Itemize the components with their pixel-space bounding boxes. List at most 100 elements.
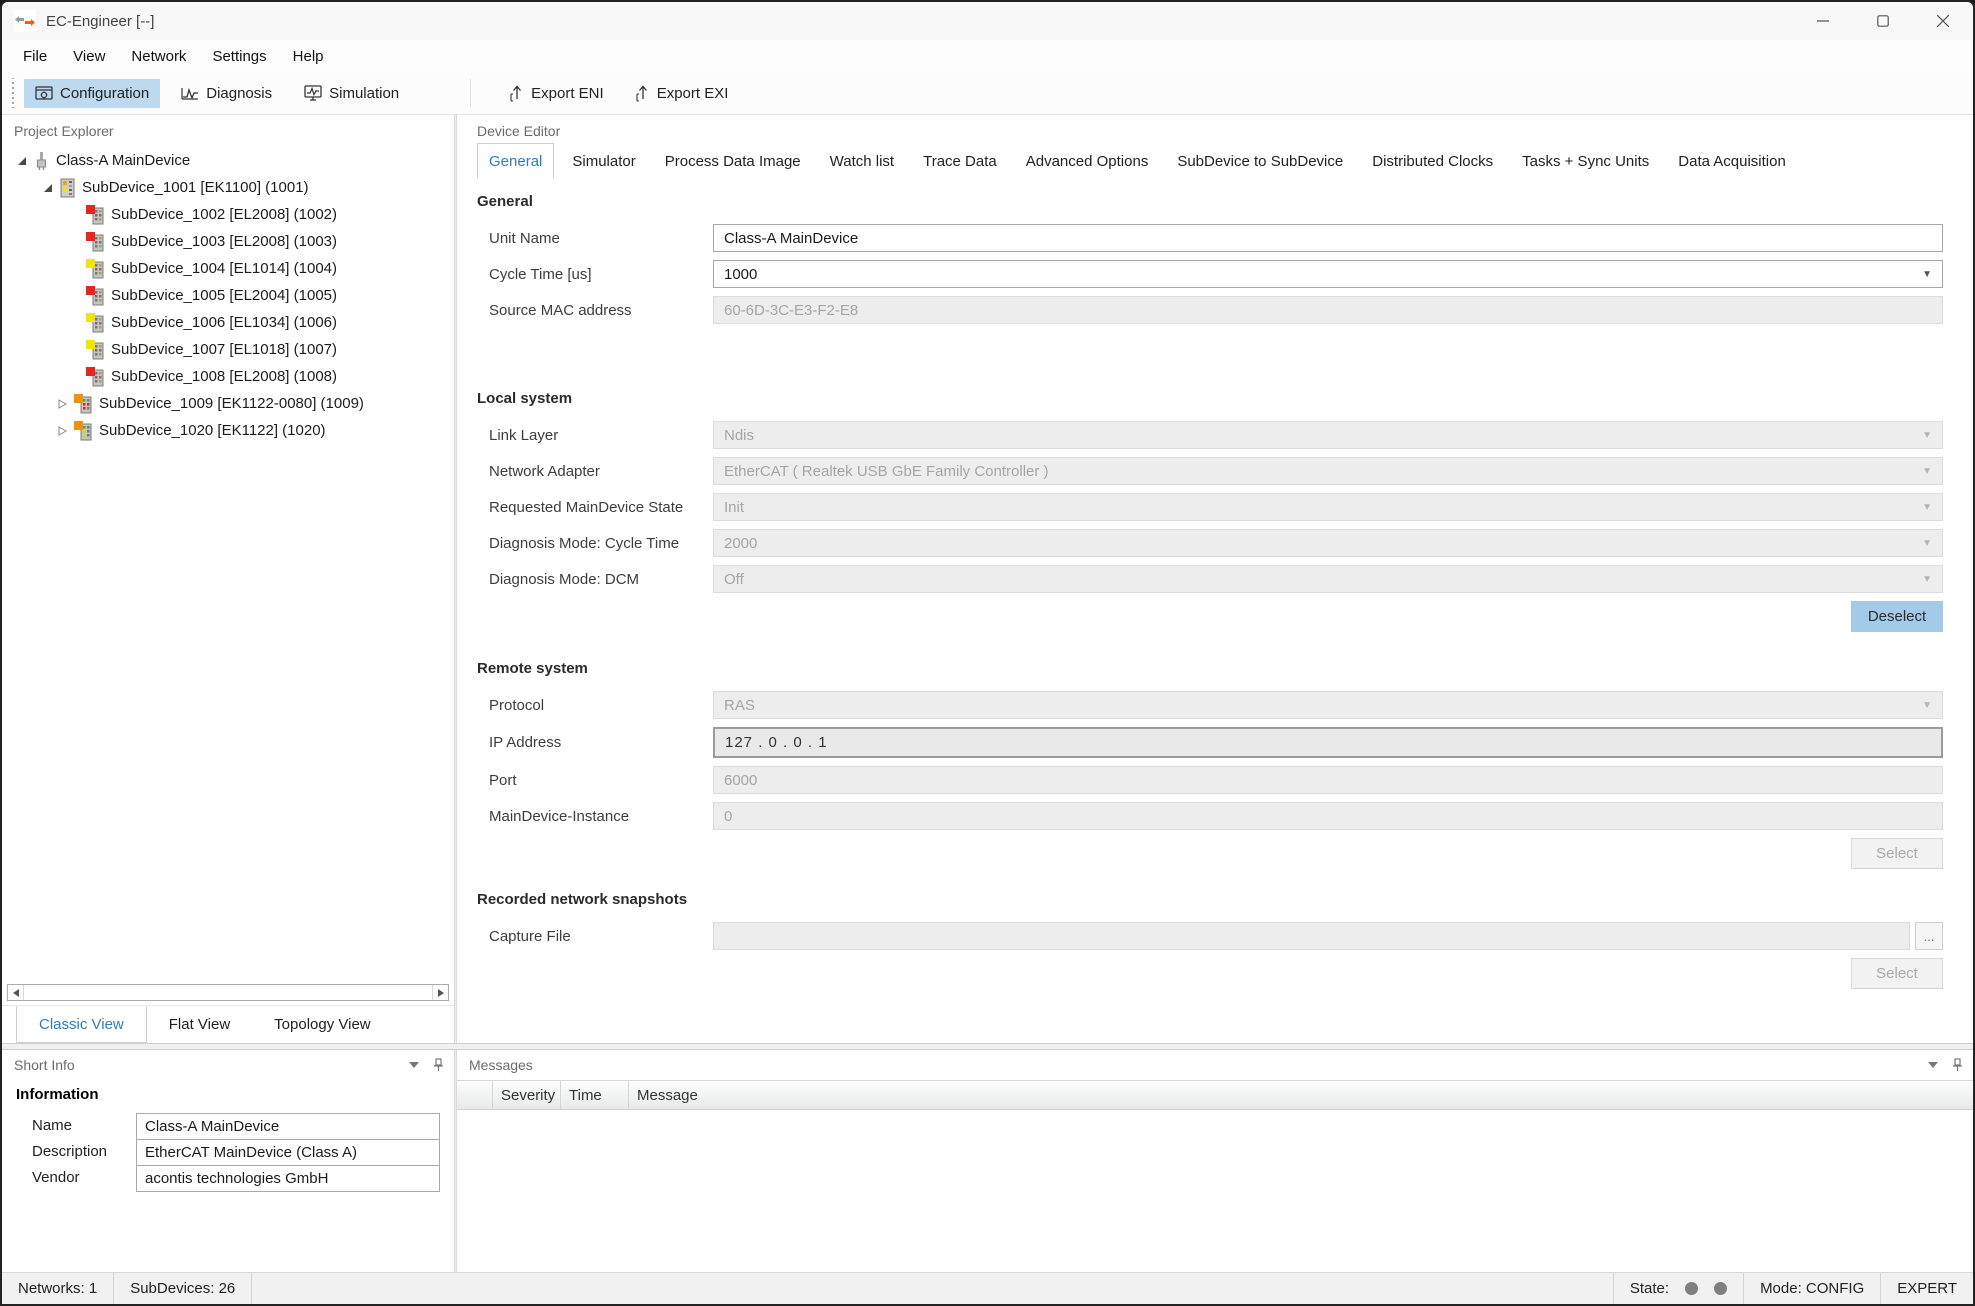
tab-trace-data[interactable]: Trace Data [912, 143, 1008, 179]
expander-expanded-icon[interactable] [40, 183, 56, 193]
tree-horizontal-scrollbar[interactable] [7, 984, 449, 1001]
chevron-down-icon: ▼ [1922, 574, 1932, 585]
state-dot-icon [1714, 1282, 1727, 1295]
scroll-left-icon[interactable] [8, 985, 24, 1000]
status-bar: Networks: 1 SubDevices: 26 State: Mode: … [2, 1272, 1973, 1304]
panel-menu-chevron-icon[interactable] [1928, 1062, 1938, 1068]
panel-menu-chevron-icon[interactable] [409, 1062, 419, 1068]
export-icon [636, 85, 650, 102]
unit-name-input[interactable]: Class-A MainDevice [713, 224, 1943, 252]
messages-col-severity[interactable]: Severity [493, 1081, 561, 1109]
scroll-right-icon[interactable] [432, 985, 448, 1000]
tree-item-subdevice-1020[interactable]: SubDevice_1020 [EK1122] (1020) [2, 417, 454, 444]
simulation-button[interactable]: Simulation [293, 79, 410, 108]
snapshot-select-button: Select [1851, 958, 1943, 989]
app-window: EC-Engineer [--] File View Network Setti… [0, 0, 1975, 1306]
tree-item-subdevice-1008[interactable]: SubDevice_1008 [EL2008] (1008) [2, 363, 454, 390]
tab-process-data-image[interactable]: Process Data Image [654, 143, 812, 179]
terminal-icon [86, 259, 104, 279]
link-layer-label: Link Layer [477, 427, 713, 444]
app-logo-icon [14, 10, 36, 32]
tree-item-label: SubDevice_1003 [EL2008] (1003) [111, 233, 337, 250]
menu-help[interactable]: Help [280, 44, 337, 69]
tree-item-subdevice-1003[interactable]: SubDevice_1003 [EL2008] (1003) [2, 228, 454, 255]
minimize-button[interactable] [1793, 2, 1853, 40]
port-field: 6000 [713, 766, 1943, 794]
export-exi-button[interactable]: Export EXI [625, 79, 740, 108]
tab-advanced-options[interactable]: Advanced Options [1015, 143, 1160, 179]
diag-cycle-time-select: 2000 ▼ [713, 529, 1943, 557]
tree-item-maindevice[interactable]: Class-A MainDevice [2, 147, 454, 174]
tab-classic-view[interactable]: Classic View [16, 1006, 147, 1043]
terminal-icon [86, 205, 104, 225]
expander-expanded-icon[interactable] [14, 156, 30, 166]
subdevices-count: SubDevices: 26 [114, 1273, 252, 1304]
maindevice-instance-label: MainDevice-Instance [477, 808, 713, 825]
diag-dcm-label: Diagnosis Mode: DCM [477, 571, 713, 588]
diagnosis-button[interactable]: Diagnosis [170, 79, 283, 108]
expander-collapsed-icon[interactable] [54, 399, 70, 409]
cycle-time-select[interactable]: 1000 ▼ [713, 260, 1943, 288]
network-adapter-select: EtherCAT ( Realtek USB GbE Family Contro… [713, 457, 1943, 485]
horizontal-splitter[interactable] [2, 1043, 1973, 1050]
menu-settings[interactable]: Settings [199, 44, 279, 69]
export-icon [510, 85, 524, 102]
information-heading: Information [16, 1086, 440, 1103]
protocol-label: Protocol [477, 697, 713, 714]
tree-item-subdevice-1004[interactable]: SubDevice_1004 [EL1014] (1004) [2, 255, 454, 282]
export-eni-button[interactable]: Export ENI [499, 79, 615, 108]
scrollbar-track[interactable] [24, 985, 432, 1000]
messages-list [457, 1110, 1973, 1272]
terminal-icon [86, 313, 104, 333]
source-mac-label: Source MAC address [477, 302, 713, 319]
deselect-button[interactable]: Deselect [1851, 601, 1943, 632]
tree-item-subdevice-1001[interactable]: SubDevice_1001 [EK1100] (1001) [2, 174, 454, 201]
section-recorded-network-snapshots: Recorded network snapshots [477, 891, 1943, 908]
messages-col-message[interactable]: Message [629, 1081, 1973, 1109]
device-editor-panel: Device Editor General Simulator Process … [457, 115, 1973, 1043]
tree-item-label: SubDevice_1005 [EL2004] (1005) [111, 287, 337, 304]
expander-collapsed-icon[interactable] [54, 426, 70, 436]
tab-topology-view[interactable]: Topology View [252, 1006, 392, 1043]
pin-icon[interactable] [433, 1058, 444, 1072]
chevron-down-icon: ▼ [1922, 269, 1932, 280]
tab-flat-view[interactable]: Flat View [147, 1006, 252, 1043]
browse-button[interactable]: ... [1915, 922, 1943, 950]
menu-network[interactable]: Network [118, 44, 199, 69]
maximize-button[interactable] [1853, 2, 1913, 40]
configuration-button[interactable]: Configuration [24, 79, 160, 108]
menu-view[interactable]: View [60, 44, 118, 69]
capture-file-field [713, 922, 1910, 950]
link-layer-select: Ndis ▼ [713, 421, 1943, 449]
diag-cycle-time-label: Diagnosis Mode: Cycle Time [477, 535, 713, 552]
messages-col-indicator [457, 1081, 493, 1109]
project-explorer-panel: Project Explorer [2, 115, 454, 1043]
tab-general[interactable]: General [477, 143, 554, 179]
tab-data-acquisition[interactable]: Data Acquisition [1667, 143, 1797, 179]
tree-item-subdevice-1002[interactable]: SubDevice_1002 [EL2008] (1002) [2, 201, 454, 228]
maindevice-icon [34, 151, 49, 171]
terminal-icon [86, 340, 104, 360]
name-value: Class-A MainDevice [136, 1113, 440, 1140]
simulation-icon [304, 85, 322, 101]
tree-item-subdevice-1009[interactable]: SubDevice_1009 [EK1122-0080] (1009) [2, 390, 454, 417]
tree-item-subdevice-1007[interactable]: SubDevice_1007 [EL1018] (1007) [2, 336, 454, 363]
section-local-system: Local system [477, 390, 1943, 407]
mode-indicator: Mode: CONFIG [1743, 1273, 1880, 1304]
tree-item-subdevice-1005[interactable]: SubDevice_1005 [EL2004] (1005) [2, 282, 454, 309]
tab-subdevice-to-subdevice[interactable]: SubDevice to SubDevice [1166, 143, 1354, 179]
ip-address-input[interactable]: 127 . 0 . 0 . 1 [713, 727, 1943, 758]
tab-distributed-clocks[interactable]: Distributed Clocks [1361, 143, 1504, 179]
close-button[interactable] [1913, 2, 1973, 40]
toolbar-grip[interactable] [10, 78, 16, 108]
protocol-select: RAS ▼ [713, 691, 1943, 719]
pin-icon[interactable] [1952, 1058, 1963, 1072]
menu-bar: File View Network Settings Help [2, 40, 1973, 72]
messages-col-time[interactable]: Time [561, 1081, 629, 1109]
tab-tasks-sync-units[interactable]: Tasks + Sync Units [1511, 143, 1660, 179]
short-info-title: Short Info [14, 1057, 75, 1073]
tab-watch-list[interactable]: Watch list [819, 143, 905, 179]
tree-item-subdevice-1006[interactable]: SubDevice_1006 [EL1034] (1006) [2, 309, 454, 336]
tab-simulator[interactable]: Simulator [561, 143, 646, 179]
menu-file[interactable]: File [10, 44, 60, 69]
